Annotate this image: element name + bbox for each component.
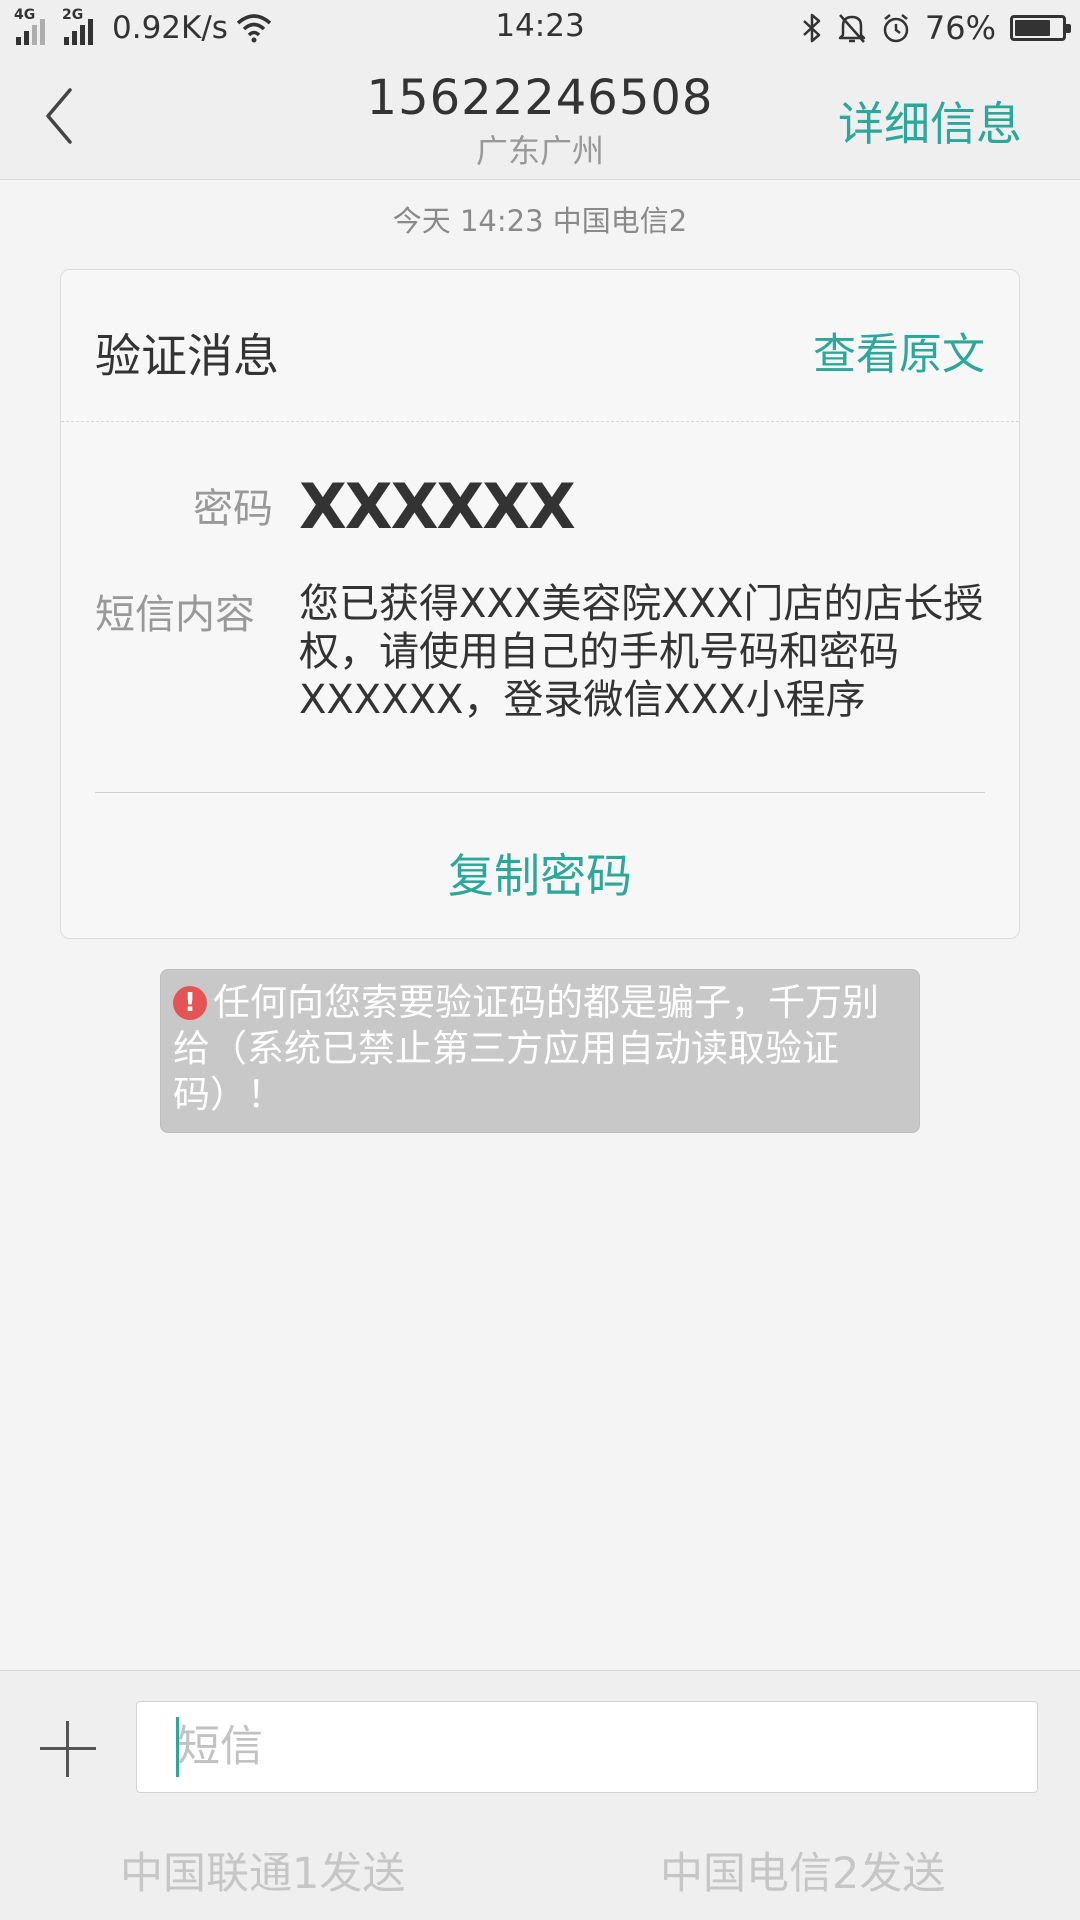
copy-password-button[interactable]: 复制密码 [61, 840, 1019, 906]
content-label: 短信内容 [95, 592, 255, 638]
fraud-warning-banner: ! 任何向您索要验证码的都是骗子，千万别给（系统已禁止第三方应用自动读取验证码）！ [160, 969, 920, 1133]
sms-conversation-screen: 4G 2G 0.92K/s 14:23 76% 15622246508 广东广州… [0, 0, 1080, 1920]
add-attachment-button[interactable] [40, 1721, 96, 1777]
status-bar-right: 76% [801, 8, 1071, 48]
verification-message-card: 验证消息 查看原文 密码 XXXXXX 短信内容 您已获得XXX美容院XXX门店… [60, 269, 1020, 939]
battery-level-fill [1015, 20, 1050, 36]
sms-content-text: 您已获得XXX美容院XXX门店的店长授权，请使用自己的手机号码和密码XXXXXX… [299, 581, 984, 723]
message-composer: 中国联通1发送 中国电信2发送 [0, 1670, 1080, 1920]
alarm-icon [883, 14, 909, 43]
password-label: 密码 [193, 486, 273, 532]
bell-muted-icon [838, 14, 866, 43]
send-via-telecom2-button[interactable]: 中国电信2发送 [660, 1839, 945, 1901]
send-via-unicom1-button[interactable]: 中国联通1发送 [120, 1839, 405, 1901]
details-button[interactable]: 详细信息 [838, 88, 1022, 154]
conversation-header: 15622246508 广东广州 详细信息 [0, 56, 1080, 180]
status-bar: 4G 2G 0.92K/s 14:23 76% [0, 0, 1080, 56]
battery-percent: 76% [924, 9, 996, 47]
warning-icon: ! [173, 986, 207, 1020]
bluetooth-icon [803, 13, 821, 43]
message-timestamp: 今天 14:23 中国电信2 [392, 204, 688, 238]
card-divider [95, 792, 985, 793]
sms-input[interactable] [136, 1701, 1038, 1793]
password-value: XXXXXX [299, 470, 576, 543]
card-title: 验证消息 [95, 329, 279, 383]
text-cursor [176, 1717, 179, 1777]
view-original-button[interactable]: 查看原文 [813, 320, 985, 382]
battery-icon [1010, 15, 1071, 41]
warning-text: 任何向您索要验证码的都是骗子，千万别给（系统已禁止第三方应用自动读取验证码）！ [173, 981, 879, 1116]
card-header: 验证消息 查看原文 [61, 270, 1019, 422]
